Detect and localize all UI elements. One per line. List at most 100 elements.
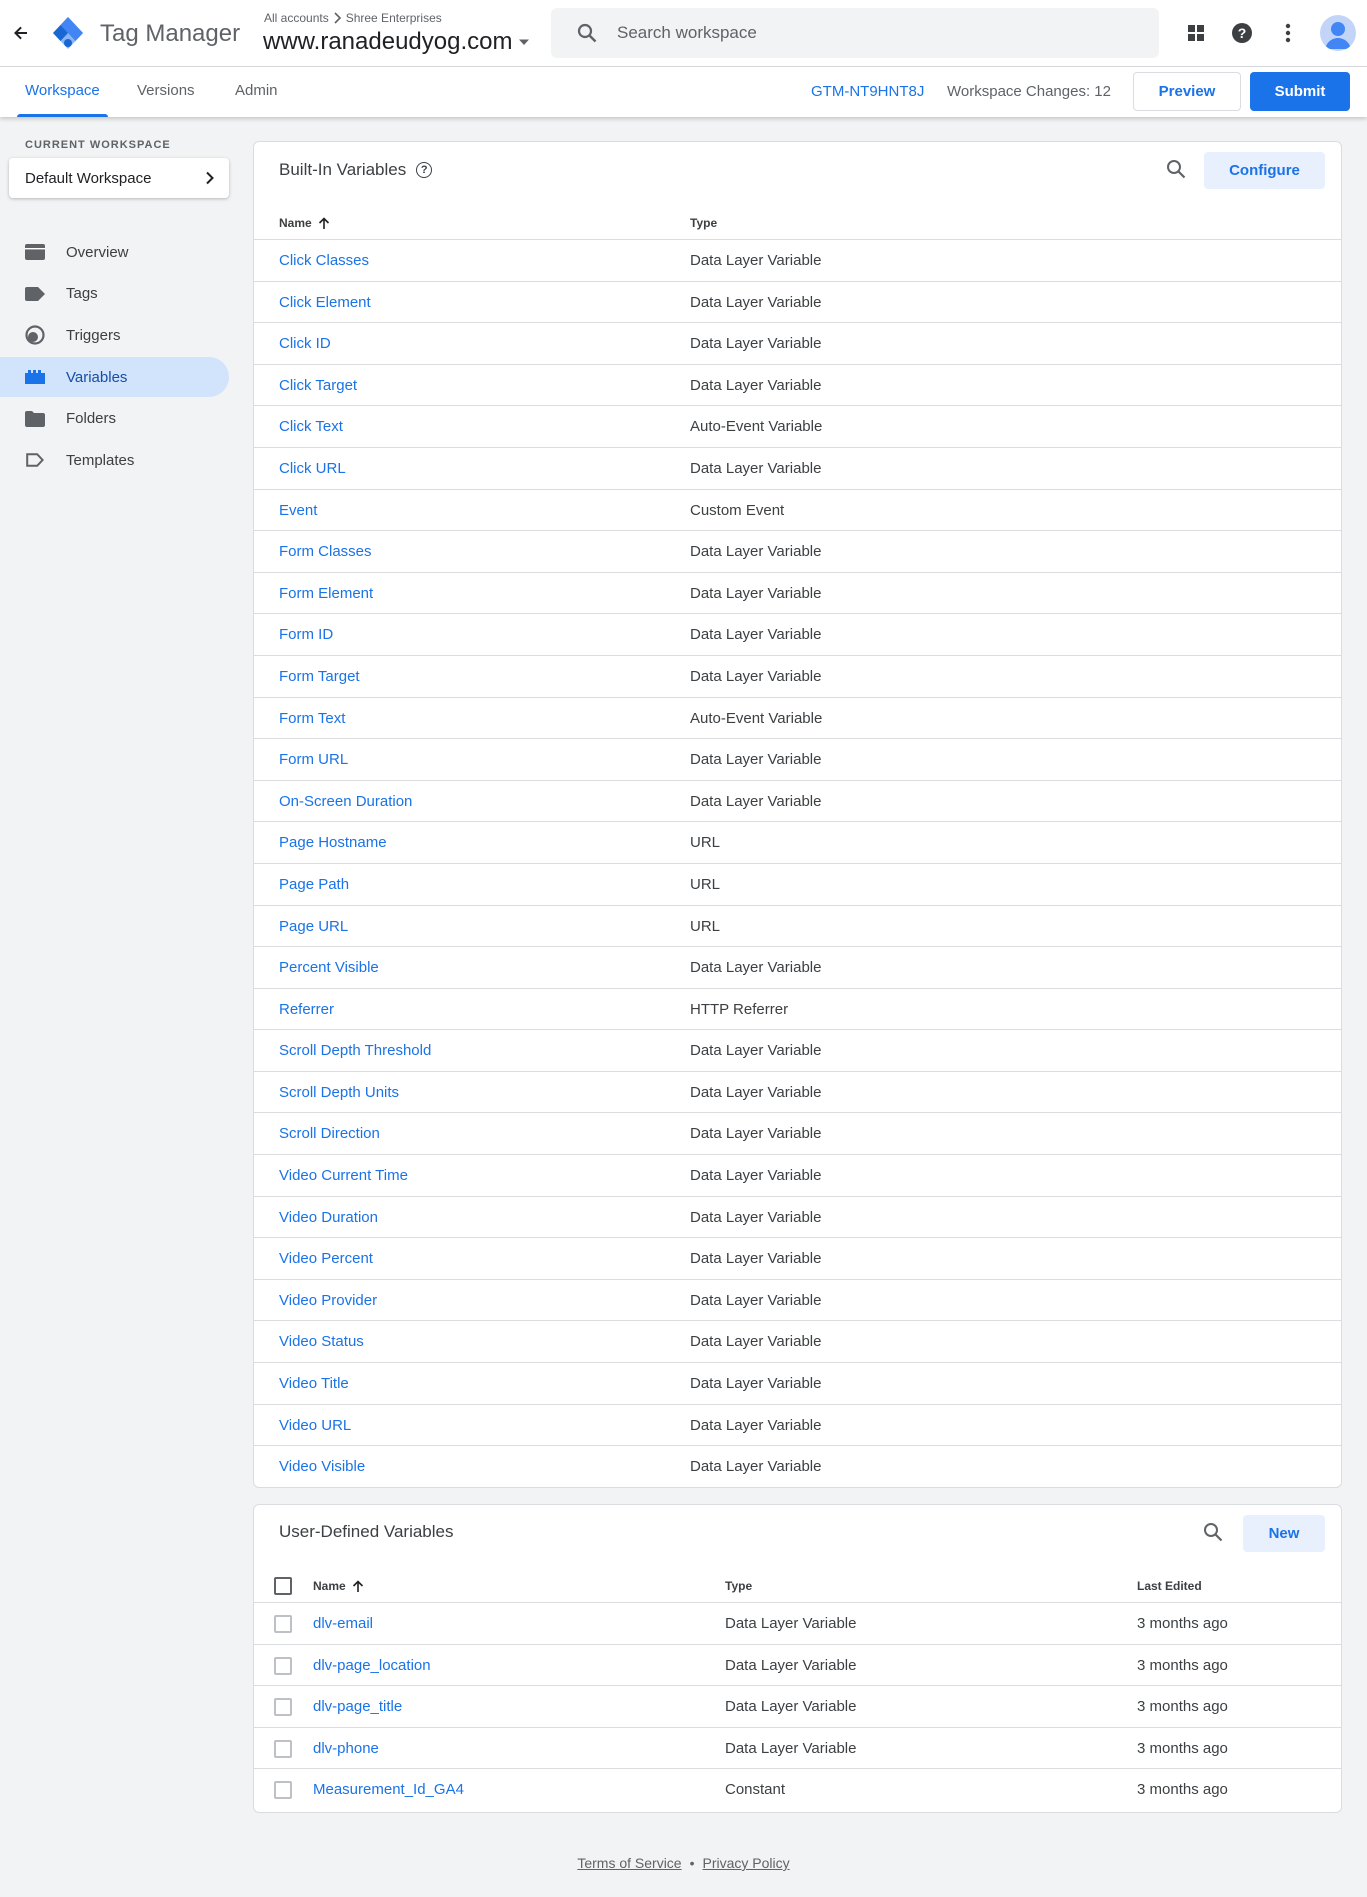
tab-workspace[interactable]: Workspace [17,67,108,117]
table-row[interactable]: Click URL Data Layer Variable [254,448,1341,490]
variable-name-link[interactable]: Video Status [279,1333,364,1350]
table-row[interactable]: Form Target Data Layer Variable [254,656,1341,698]
sidebar-item-triggers[interactable]: Triggers [0,315,229,355]
row-checkbox[interactable] [274,1698,292,1717]
table-row[interactable]: Click Element Data Layer Variable [254,282,1341,324]
row-checkbox[interactable] [274,1781,292,1800]
table-row[interactable]: Measurement_Id_GA4 Constant 3 months ago [254,1769,1341,1811]
variable-name-link[interactable]: Page URL [279,918,348,935]
new-variable-button[interactable]: New [1243,1515,1325,1552]
variable-name-link[interactable]: Percent Visible [279,959,379,976]
variable-name-link[interactable]: Page Hostname [279,834,387,851]
row-checkbox[interactable] [274,1615,292,1633]
column-header-name[interactable]: Name [279,216,330,230]
container-id-link[interactable]: GTM-NT9HNT8J [811,83,924,100]
search-icon[interactable] [1198,1517,1228,1547]
user-avatar[interactable] [1320,15,1356,51]
table-row[interactable]: dlv-page_title Data Layer Variable 3 month… [254,1686,1341,1728]
variable-name-link[interactable]: Click Classes [279,252,369,269]
tab-admin[interactable]: Admin [235,67,278,117]
sidebar-item-tags[interactable]: Tags [0,274,229,314]
search-bar[interactable] [551,8,1159,58]
variable-name-link[interactable]: Form URL [279,751,348,768]
table-row[interactable]: Video Percent Data Layer Variable [254,1238,1341,1280]
table-row[interactable]: Form Classes Data Layer Variable [254,531,1341,573]
table-row[interactable]: Video URL Data Layer Variable [254,1405,1341,1447]
variable-name-link[interactable]: Measurement_Id_GA4 [313,1781,464,1798]
table-row[interactable]: Form Text Auto-Event Variable [254,698,1341,740]
column-header-name[interactable]: Name [313,1579,364,1593]
sidebar-item-templates[interactable]: Templates [0,440,229,480]
variable-name-link[interactable]: Form Text [279,710,345,727]
privacy-policy-link[interactable]: Privacy Policy [703,1855,790,1871]
table-row[interactable]: Video Duration Data Layer Variable [254,1197,1341,1239]
variable-name-link[interactable]: Form Target [279,668,360,685]
table-row[interactable]: Form ID Data Layer Variable [254,614,1341,656]
variable-name-link[interactable]: Video Current Time [279,1167,408,1184]
table-row[interactable]: On-Screen Duration Data Layer Variable [254,781,1341,823]
table-row[interactable]: Form URL Data Layer Variable [254,739,1341,781]
variable-name-link[interactable]: dlv-page_location [313,1657,431,1674]
table-row[interactable]: dlv-phone Data Layer Variable 3 months ago [254,1728,1341,1770]
variable-name-link[interactable]: Click ID [279,335,331,352]
more-vert-icon[interactable] [1268,13,1308,53]
variable-name-link[interactable]: Event [279,502,317,519]
table-row[interactable]: Video Current Time Data Layer Variable [254,1155,1341,1197]
table-row[interactable]: Click Target Data Layer Variable [254,365,1341,407]
variable-name-link[interactable]: Click Text [279,418,343,435]
table-row[interactable]: Scroll Depth Units Data Layer Variable [254,1072,1341,1114]
search-input[interactable] [617,23,1117,43]
row-checkbox[interactable] [274,1739,292,1758]
variable-name-link[interactable]: dlv-phone [313,1740,379,1757]
table-row[interactable]: Event Custom Event [254,490,1341,532]
container-selector[interactable]: www.ranadeudyog.com [263,28,530,56]
breadcrumb-all-accounts[interactable]: All accounts [264,11,329,25]
table-row[interactable]: Form Element Data Layer Variable [254,573,1341,615]
select-all-checkbox[interactable] [274,1577,292,1595]
search-icon[interactable] [1161,154,1191,184]
preview-button[interactable]: Preview [1133,72,1241,111]
configure-button[interactable]: Configure [1204,152,1325,189]
variable-name-link[interactable]: Video Duration [279,1209,378,1226]
table-row[interactable]: Scroll Depth Threshold Data Layer Variabl… [254,1030,1341,1072]
back-arrow-icon[interactable] [6,18,36,48]
table-row[interactable]: Page Hostname URL [254,822,1341,864]
variable-name-link[interactable]: Video Provider [279,1292,377,1309]
variable-name-link[interactable]: Scroll Depth Units [279,1084,399,1101]
workspace-selector[interactable]: Default Workspace [9,158,229,198]
table-row[interactable]: Video Status Data Layer Variable [254,1321,1341,1364]
table-row[interactable]: Referrer HTTP Referrer [254,989,1341,1031]
table-row[interactable]: Page URL URL [254,906,1341,948]
help-circle-icon[interactable]: ? [416,162,433,178]
variable-name-link[interactable]: Video Visible [279,1458,365,1475]
table-row[interactable]: Click Classes Data Layer Variable [254,240,1341,282]
table-row[interactable]: dlv-email Data Layer Variable 3 months ago [254,1603,1341,1645]
table-row[interactable]: Page Path URL [254,864,1341,906]
variable-name-link[interactable]: Form ID [279,626,333,643]
breadcrumb-account[interactable]: Shree Enterprises [346,11,442,25]
variable-name-link[interactable]: Click Element [279,294,371,311]
sidebar-item-folders[interactable]: Folders [0,399,229,439]
variable-name-link[interactable]: Page Path [279,876,349,893]
table-row[interactable]: Scroll Direction Data Layer Variable [254,1113,1341,1156]
tab-versions[interactable]: Versions [137,67,195,117]
table-row[interactable]: Video Provider Data Layer Variable [254,1280,1341,1322]
variable-name-link[interactable]: Click Target [279,377,357,394]
variable-name-link[interactable]: Video Percent [279,1250,373,1267]
submit-button[interactable]: Submit [1250,72,1350,111]
variable-name-link[interactable]: Video Title [279,1375,349,1392]
sidebar-item-overview[interactable]: Overview [0,232,229,272]
variable-name-link[interactable]: Scroll Direction [279,1125,380,1142]
apps-grid-icon[interactable] [1176,13,1216,53]
variable-name-link[interactable]: Referrer [279,1001,334,1018]
table-row[interactable]: Click ID Data Layer Variable [254,323,1341,365]
variable-name-link[interactable]: Video URL [279,1417,351,1434]
variable-name-link[interactable]: dlv-email [313,1615,373,1632]
variable-name-link[interactable]: Click URL [279,460,346,477]
table-row[interactable]: Percent Visible Data Layer Variable [254,947,1341,989]
table-row[interactable]: Video Visible Data Layer Variable [254,1446,1341,1488]
variable-name-link[interactable]: Form Element [279,585,373,602]
row-checkbox[interactable] [274,1656,292,1675]
variable-name-link[interactable]: dlv-page_title [313,1698,402,1715]
terms-of-service-link[interactable]: Terms of Service [577,1855,681,1871]
